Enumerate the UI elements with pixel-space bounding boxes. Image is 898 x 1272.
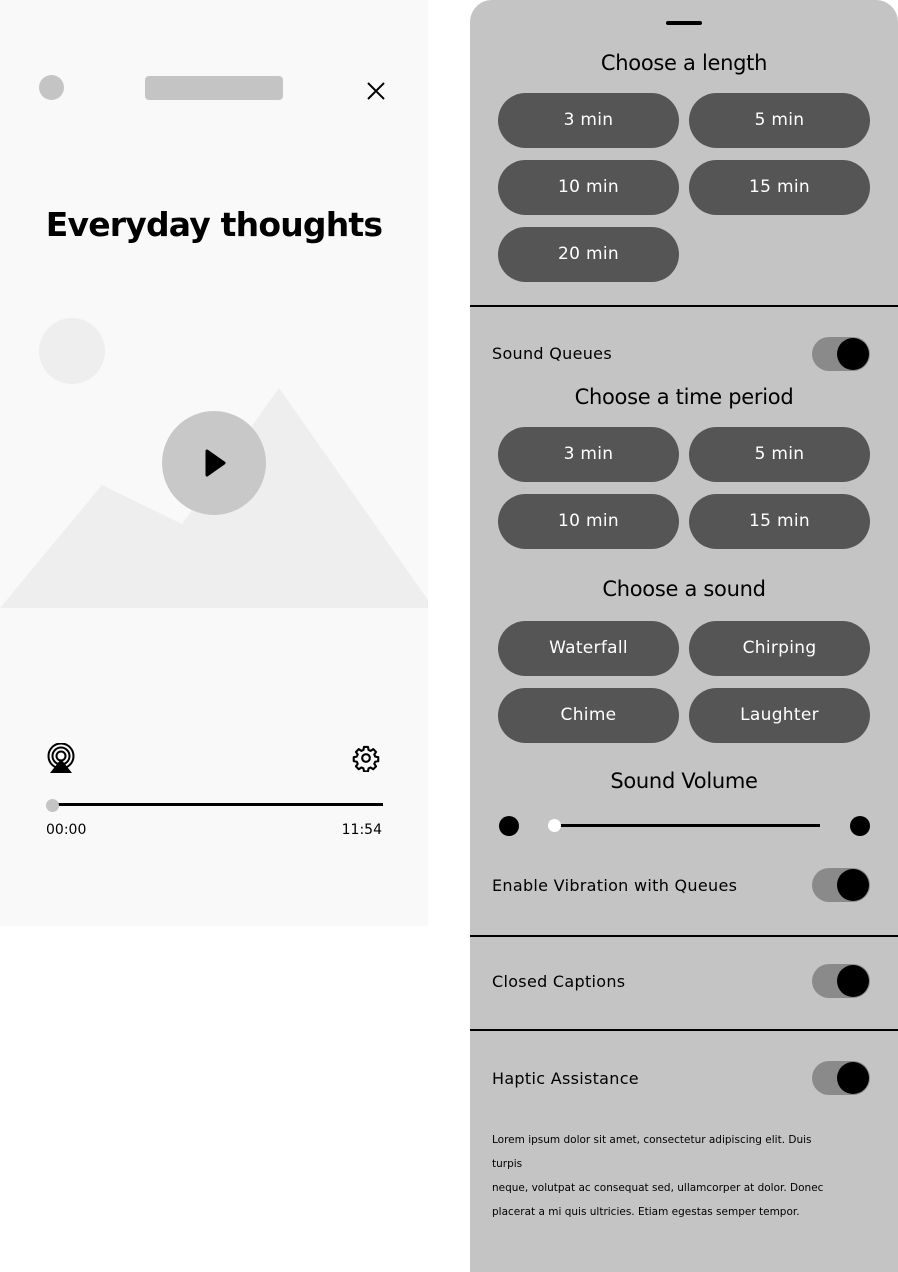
length-option-15min[interactable]: 15 min (689, 160, 870, 215)
sound-option-waterfall[interactable]: Waterfall (498, 621, 679, 676)
time-period-option-10min[interactable]: 10 min (498, 494, 679, 549)
haptic-description-line: neque, volutpat ac consequat sed, ullamc… (492, 1182, 824, 1194)
haptic-description-line: Lorem ipsum dolor sit amet, consectetur … (492, 1134, 812, 1170)
play-button[interactable] (162, 411, 266, 515)
sound-queues-label: Sound Queues (492, 344, 612, 363)
volume-low-icon (499, 816, 519, 836)
toggle-thumb (837, 338, 869, 370)
length-option-3min[interactable]: 3 min (498, 93, 679, 148)
sound-option-laughter[interactable]: Laughter (689, 688, 870, 743)
progress-track[interactable] (53, 803, 383, 806)
header-title-placeholder (145, 76, 283, 100)
time-period-heading: Choose a time period (574, 385, 794, 409)
length-option-20min[interactable]: 20 min (498, 227, 679, 282)
play-icon (205, 449, 226, 477)
gear-icon[interactable] (352, 744, 380, 773)
sound-queues-toggle[interactable] (812, 337, 870, 371)
toggle-thumb (837, 965, 869, 997)
captions-label: Closed Captions (492, 972, 626, 991)
airplay-icon[interactable] (46, 742, 76, 773)
time-total: 11:54 (341, 822, 382, 838)
volume-high-icon (850, 816, 870, 836)
haptic-label: Haptic Assistance (492, 1069, 639, 1088)
vibration-label: Enable Vibration with Queues (492, 876, 738, 895)
toggle-thumb (837, 869, 869, 901)
toggle-thumb (837, 1062, 869, 1094)
close-icon[interactable] (364, 79, 388, 103)
sound-heading: Choose a sound (602, 577, 766, 601)
haptic-description: Lorem ipsum dolor sit amet, consectetur … (492, 1128, 832, 1224)
length-option-10min[interactable]: 10 min (498, 160, 679, 215)
volume-slider-handle[interactable] (548, 819, 561, 832)
time-current: 00:00 (46, 822, 87, 838)
length-heading: Choose a length (600, 51, 768, 75)
time-period-option-3min[interactable]: 3 min (498, 427, 679, 482)
divider (470, 305, 898, 307)
haptic-toggle[interactable] (812, 1061, 870, 1095)
avatar[interactable] (39, 75, 64, 100)
vibration-toggle[interactable] (812, 868, 870, 902)
progress-handle[interactable] (46, 799, 59, 812)
volume-heading: Sound Volume (610, 769, 758, 793)
time-period-option-15min[interactable]: 15 min (689, 494, 870, 549)
track-title: Everyday thoughts (45, 205, 383, 244)
length-option-5min[interactable]: 5 min (689, 93, 870, 148)
sound-option-chirping[interactable]: Chirping (689, 621, 870, 676)
haptic-description-line: placerat a mi quis ultricies. Etiam eges… (492, 1206, 800, 1218)
divider (470, 1029, 898, 1031)
sound-option-chime[interactable]: Chime (498, 688, 679, 743)
captions-toggle[interactable] (812, 964, 870, 998)
time-period-option-5min[interactable]: 5 min (689, 427, 870, 482)
divider (470, 935, 898, 937)
sheet-grabber[interactable] (666, 21, 702, 25)
player-screen: Everyday thoughts 00:00 11:54 (0, 0, 428, 926)
settings-sheet: Choose a length 3 min 5 min 10 min 15 mi… (470, 0, 898, 1272)
volume-slider-track[interactable] (556, 824, 820, 827)
